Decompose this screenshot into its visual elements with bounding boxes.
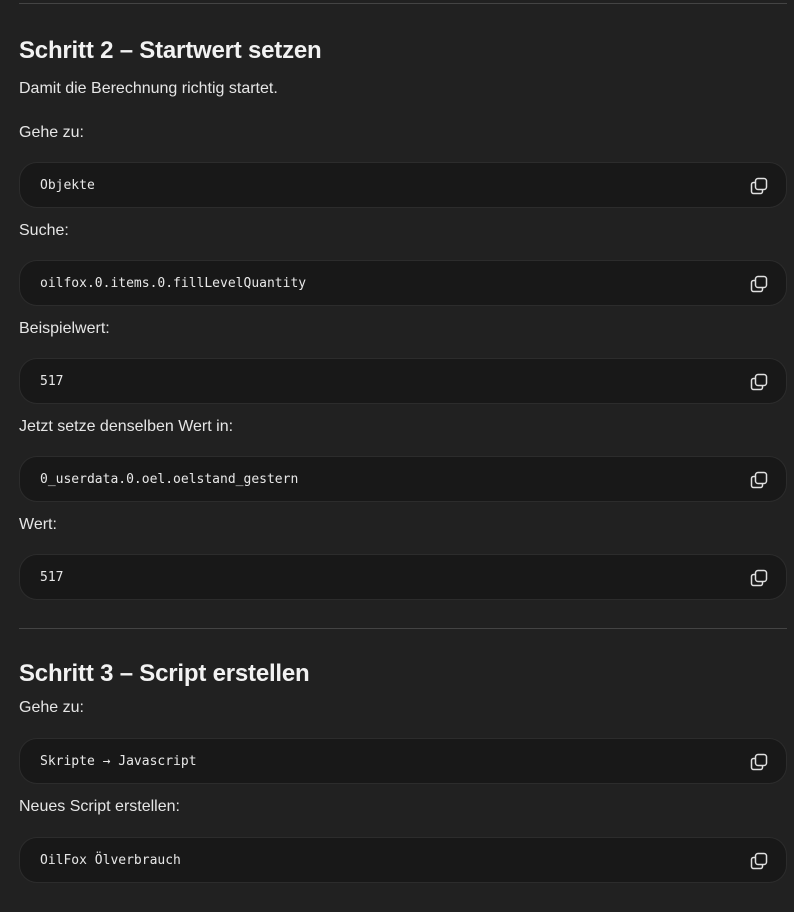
copy-button[interactable] [748,850,770,872]
copy-button[interactable] [748,751,770,773]
copy-button[interactable] [748,567,770,589]
copy-button[interactable] [748,371,770,393]
code-block-search: oilfox.0.items.0.fillLevelQuantity [19,260,787,306]
code-text: 517 [40,373,64,389]
code-block-example: 517 [19,358,787,404]
step3-label-new: Neues Script erstellen: [19,798,180,815]
step3-heading: Schritt 3 – Script erstellen [19,660,310,687]
copy-icon [750,177,768,195]
copy-button[interactable] [748,175,770,197]
copy-icon [750,753,768,771]
copy-icon [750,373,768,391]
code-text: Objekte [40,177,95,193]
step2-label-search: Suche: [19,222,69,239]
code-text: 517 [40,569,64,585]
step2-label-goto: Gehe zu: [19,124,84,141]
code-text: OilFox Ölverbrauch [40,852,181,868]
code-block-skripte: Skripte → Javascript [19,738,787,784]
copy-icon [750,852,768,870]
page-content: Schritt 2 – Startwert setzen Damit die B… [19,0,787,883]
step3-label-goto: Gehe zu: [19,699,84,716]
copy-icon [750,471,768,489]
code-text: Skripte → Javascript [40,753,197,769]
step2-heading: Schritt 2 – Startwert setzen [19,37,322,64]
step2-intro: Damit die Berechnung richtig startet. [19,80,278,97]
step2-label-set: Jetzt setze denselben Wert in: [19,418,234,435]
code-text: oilfox.0.items.0.fillLevelQuantity [40,275,307,291]
code-block-value: 517 [19,554,787,600]
divider-middle [19,628,787,629]
code-block-script-name: OilFox Ölverbrauch [19,837,787,883]
copy-icon [750,569,768,587]
divider-top [19,3,787,4]
copy-button[interactable] [748,469,770,491]
code-block-set: 0_userdata.0.oel.oelstand_gestern [19,456,787,502]
step2-label-value: Wert: [19,516,57,533]
copy-button[interactable] [748,273,770,295]
step2-label-example: Beispielwert: [19,320,110,337]
code-block-objekte: Objekte [19,162,787,208]
code-text: 0_userdata.0.oel.oelstand_gestern [40,471,299,487]
copy-icon [750,275,768,293]
